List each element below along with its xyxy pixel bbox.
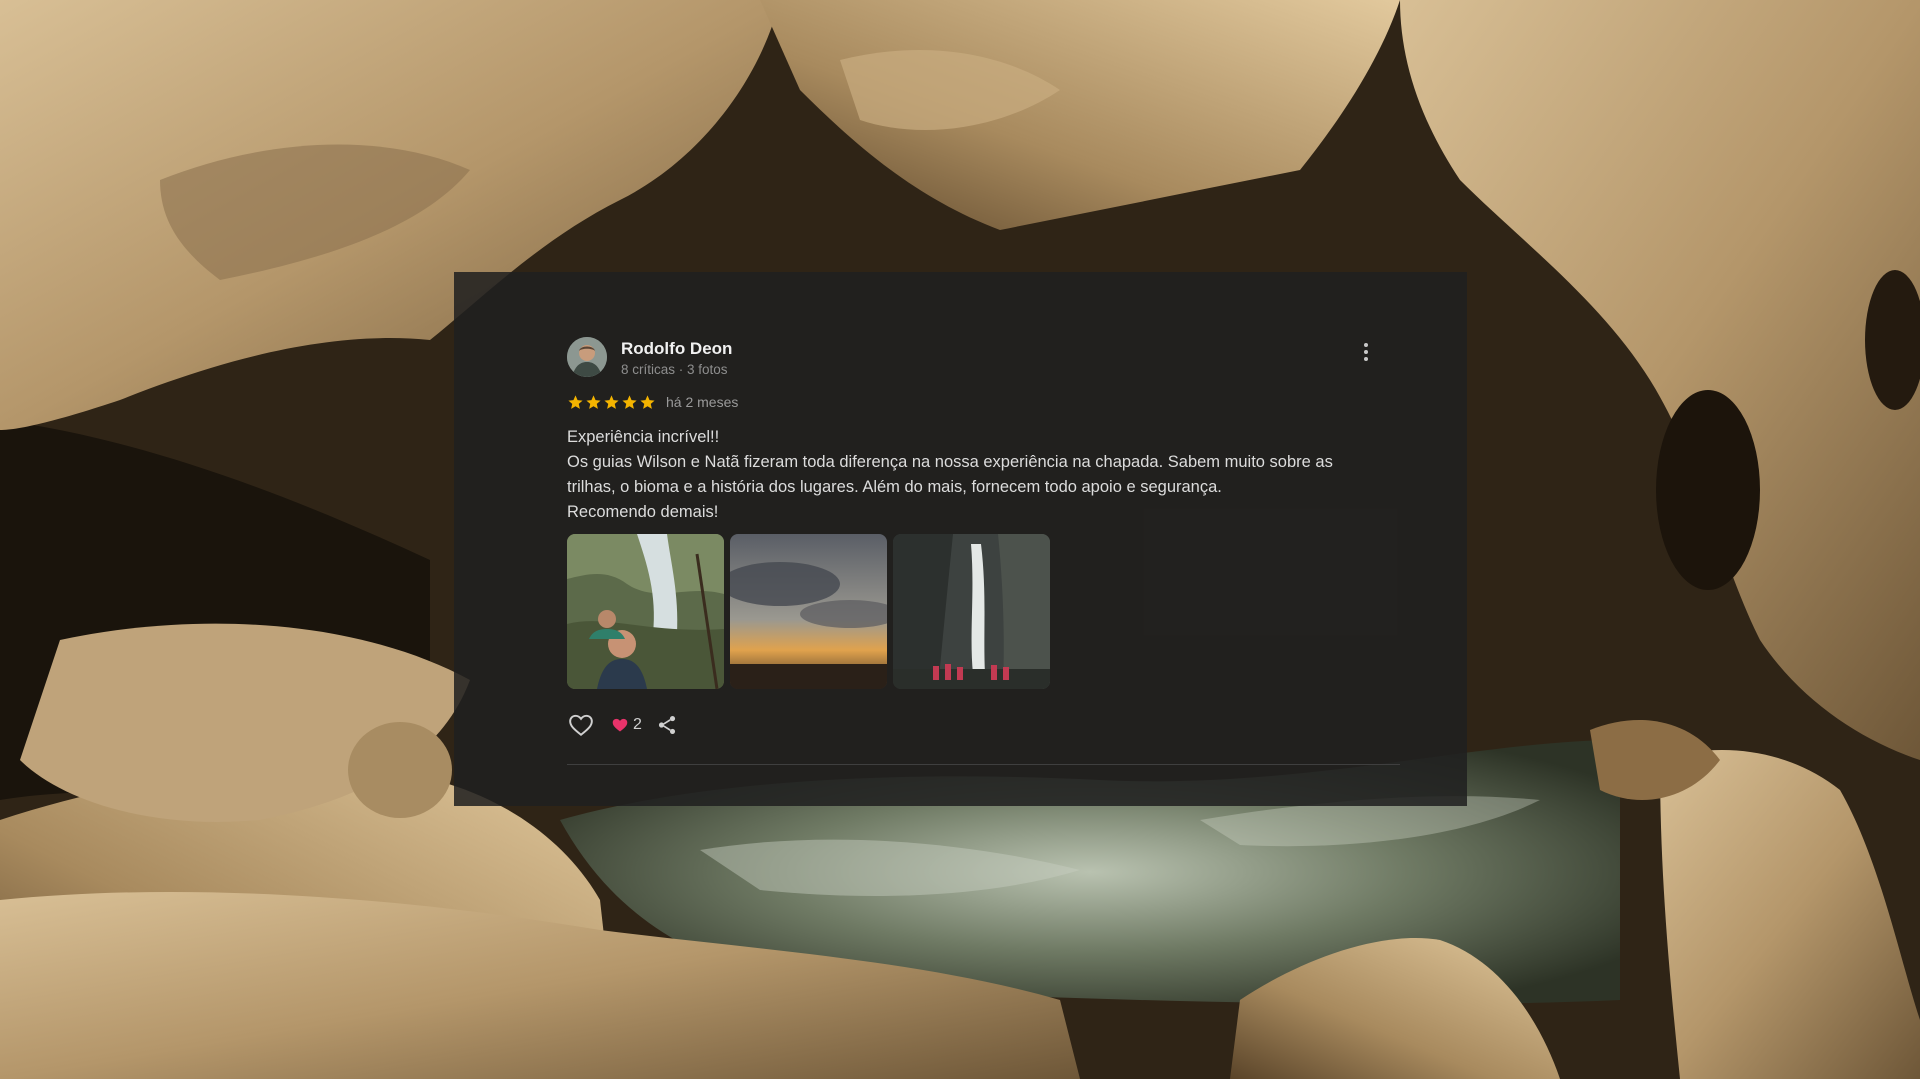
star-icon	[640, 394, 655, 409]
heart-outline-icon	[569, 714, 593, 736]
review-photo-waterfall-selfie[interactable]	[567, 534, 724, 689]
review-actions: 2	[567, 710, 680, 740]
star-icon	[568, 394, 583, 409]
reviewer-meta: 8 críticas · 3 fotos	[621, 362, 728, 377]
review-photo-waterfall-group[interactable]	[893, 534, 1050, 689]
reviewer-name[interactable]: Rodolfo Deon	[621, 339, 732, 359]
share-icon	[658, 716, 675, 734]
review-date: há 2 meses	[666, 394, 739, 410]
star-icon	[586, 394, 601, 409]
star-icon	[604, 394, 619, 409]
review-card: Rodolfo Deon 8 críticas · 3 fotos há 2 m…	[454, 272, 1467, 806]
more-vertical-icon	[1364, 343, 1368, 347]
more-options-button[interactable]	[1354, 339, 1378, 365]
review-photos	[567, 534, 1050, 689]
review-photo-sunset[interactable]	[730, 534, 887, 689]
like-count: 2	[633, 716, 642, 733]
review-body: Os guias Wilson e Natã fizeram toda dife…	[567, 453, 1333, 496]
review-header: Rodolfo Deon 8 críticas · 3 fotos	[567, 337, 1367, 381]
star-rating	[567, 394, 656, 411]
share-button[interactable]	[654, 712, 680, 738]
reviewer-avatar[interactable]	[567, 337, 607, 377]
like-button[interactable]	[567, 711, 595, 739]
review-text: Experiência incrível!! Os guias Wilson e…	[567, 425, 1367, 525]
review-title: Experiência incrível!!	[567, 428, 720, 446]
heart-filled-icon	[612, 718, 628, 732]
star-icon	[622, 394, 637, 409]
like-count-group: 2	[611, 716, 642, 734]
review-divider	[567, 764, 1400, 765]
review-closing: Recomendo demais!	[567, 503, 719, 521]
rating-row: há 2 meses	[567, 391, 738, 413]
